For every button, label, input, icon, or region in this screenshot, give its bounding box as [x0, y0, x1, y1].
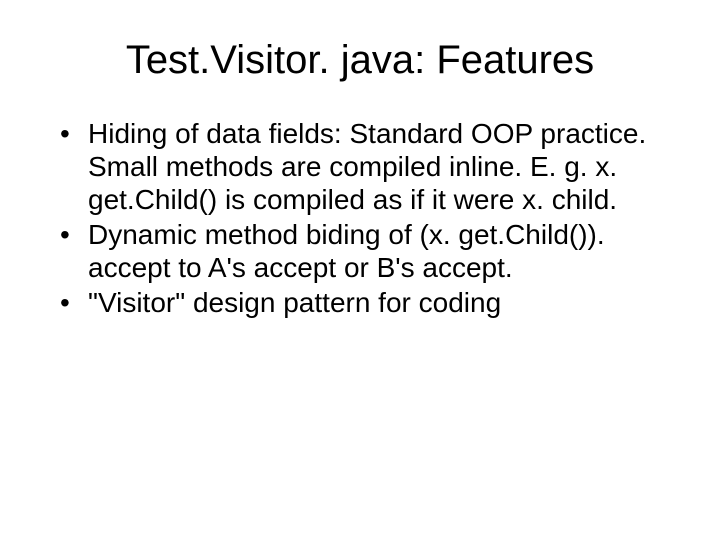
- list-item: Dynamic method biding of (x. get.Child()…: [60, 218, 670, 284]
- list-item: "Visitor" design pattern for coding: [60, 286, 670, 319]
- slide-title: Test.Visitor. java: Features: [50, 38, 670, 83]
- bullet-list: Hiding of data fields: Standard OOP prac…: [50, 117, 670, 319]
- list-item: Hiding of data fields: Standard OOP prac…: [60, 117, 670, 216]
- slide: Test.Visitor. java: Features Hiding of d…: [0, 0, 720, 540]
